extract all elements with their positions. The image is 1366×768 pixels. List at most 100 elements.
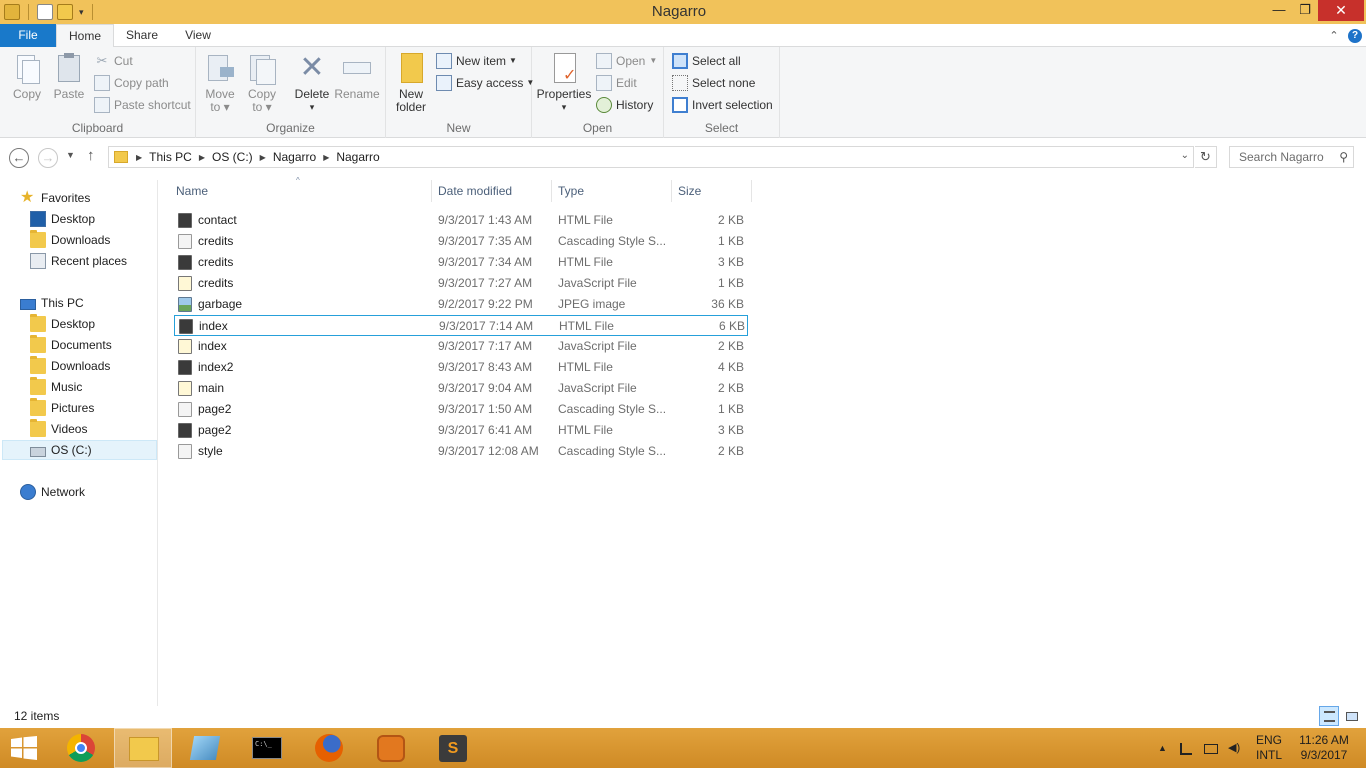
file-row[interactable]: garbage 9/2/2017 9:22 PM JPEG image 36 KB — [174, 294, 748, 315]
rename-button[interactable]: Rename — [334, 51, 380, 101]
cut-button[interactable]: ✂ Cut — [94, 51, 133, 71]
close-button[interactable]: ✕ — [1318, 0, 1364, 21]
taskbar-app-6[interactable] — [362, 728, 420, 768]
up-button[interactable]: ↑ — [87, 147, 95, 164]
file-size: 3 KB — [717, 423, 744, 437]
file-size: 1 KB — [717, 276, 744, 290]
nav-fav-recent-places[interactable]: Recent places — [30, 251, 127, 271]
chevron-right-icon[interactable]: ▶ — [128, 153, 145, 162]
taskbar-app-3[interactable] — [176, 728, 234, 768]
search-input[interactable]: Search Nagarro ⚲ — [1229, 146, 1354, 168]
collapse-ribbon-icon[interactable]: ⌃ — [1326, 29, 1342, 42]
column-name[interactable]: Name — [170, 180, 432, 202]
taskbar-firefox[interactable] — [300, 728, 358, 768]
column-size[interactable]: Size — [672, 180, 752, 202]
tab-share[interactable]: Share — [114, 24, 170, 47]
file-date-modified: 9/2/2017 9:22 PM — [438, 297, 533, 311]
large-icons-view-button[interactable] — [1341, 706, 1361, 726]
copy-path-button[interactable]: Copy path — [94, 73, 169, 93]
nav-pc-pictures[interactable]: Pictures — [30, 398, 94, 418]
back-button[interactable]: ← — [9, 148, 29, 168]
window-title: Nagarro — [651, 3, 707, 20]
new-folder-button[interactable]: New folder — [392, 51, 430, 114]
breadcrumb-os-c[interactable]: OS (C:) — [208, 150, 257, 164]
nav-pc-downloads[interactable]: Downloads — [30, 356, 110, 376]
start-button[interactable] — [10, 736, 38, 760]
file-row[interactable]: credits 9/3/2017 7:35 AM Cascading Style S… — [174, 231, 748, 252]
delete-button[interactable]: ✕ Delete ▾ — [292, 51, 332, 114]
file-row[interactable]: credits 9/3/2017 7:27 AM JavaScript File 1 … — [174, 273, 748, 294]
select-none-icon — [672, 75, 688, 91]
nav-pc-os-c[interactable]: OS (C:) — [2, 440, 157, 460]
nav-network[interactable]: Network — [20, 482, 85, 502]
open-button[interactable]: Open ▼ — [596, 51, 657, 71]
breadcrumb-this-pc[interactable]: This PC — [145, 150, 196, 164]
move-to-button[interactable]: Move to ▾ — [202, 51, 238, 114]
nav-pc-desktop[interactable]: Desktop — [30, 314, 95, 334]
taskbar-sublime[interactable]: S — [424, 728, 482, 768]
history-button[interactable]: History — [596, 95, 653, 115]
tab-view[interactable]: View — [170, 24, 226, 47]
select-all-button[interactable]: Select all — [672, 51, 741, 71]
minimize-button[interactable]: — — [1266, 0, 1292, 21]
nav-pc-documents[interactable]: Documents — [30, 335, 112, 355]
taskbar-cmd[interactable]: C:\_ — [238, 728, 296, 768]
file-row[interactable]: contact 9/3/2017 1:43 AM HTML File 2 KB — [174, 210, 748, 231]
network-signal-icon[interactable] — [1180, 743, 1192, 755]
details-view-button[interactable] — [1319, 706, 1339, 726]
file-row[interactable]: index 9/3/2017 7:17 AM JavaScript File 2 KB — [174, 336, 748, 357]
tab-home[interactable]: Home — [56, 24, 114, 48]
breadcrumb-nagarro[interactable]: Nagarro — [269, 150, 320, 164]
breadcrumb-nagarro-current[interactable]: Nagarro — [332, 150, 383, 164]
maximize-button[interactable]: ❐ — [1292, 0, 1318, 21]
file-row[interactable]: index2 9/3/2017 8:43 AM HTML File 4 KB — [174, 357, 748, 378]
nav-pc-videos[interactable]: Videos — [30, 419, 87, 439]
file-date-modified: 9/3/2017 7:17 AM — [438, 339, 533, 353]
refresh-button[interactable]: ↻ — [1195, 146, 1217, 168]
css-file-icon — [178, 402, 192, 417]
chevron-down-icon[interactable]: ⌄ — [1181, 150, 1189, 161]
column-date-modified[interactable]: Date modified — [432, 180, 552, 202]
language-indicator[interactable]: ENG INTL — [1256, 728, 1288, 768]
recent-locations-dropdown[interactable]: ▼ — [66, 150, 75, 160]
copy-button[interactable]: Copy — [8, 51, 46, 101]
show-hidden-icons-icon[interactable]: ▲ — [1158, 743, 1170, 755]
battery-icon[interactable] — [1204, 744, 1218, 754]
edit-button[interactable]: Edit — [596, 73, 637, 93]
column-type[interactable]: Type — [552, 180, 672, 202]
clock[interactable]: 11:26 AM 9/3/2017 — [1296, 728, 1352, 768]
taskbar-file-explorer[interactable] — [114, 728, 172, 768]
nav-fav-downloads[interactable]: Downloads — [30, 230, 110, 250]
new-item-button[interactable]: New item ▼ — [436, 51, 517, 71]
nav-pc-music[interactable]: Music — [30, 377, 82, 397]
select-all-icon — [672, 53, 688, 69]
address-bar[interactable]: ▶ This PC ▶ OS (C:) ▶ Nagarro ▶ Nagarro … — [108, 146, 1194, 168]
help-icon[interactable]: ? — [1348, 28, 1362, 43]
taskbar-chrome[interactable] — [52, 728, 110, 768]
file-row[interactable]: page2 9/3/2017 6:41 AM HTML File 3 KB — [174, 420, 748, 441]
paste-shortcut-button[interactable]: Paste shortcut — [94, 95, 191, 115]
chevron-right-icon[interactable]: ▶ — [257, 153, 269, 162]
chevron-right-icon[interactable]: ▶ — [196, 153, 208, 162]
nav-this-pc[interactable]: This PC — [20, 293, 84, 313]
copy-icon — [11, 51, 43, 85]
nav-favorites[interactable]: ★ Favorites — [20, 188, 90, 208]
file-row[interactable]: credits 9/3/2017 7:34 AM HTML File 3 KB — [174, 252, 748, 273]
file-row[interactable]: page2 9/3/2017 1:50 AM Cascading Style S..… — [174, 399, 748, 420]
invert-selection-button[interactable]: Invert selection — [672, 95, 773, 115]
forward-button[interactable]: → — [38, 148, 58, 168]
volume-icon[interactable]: ◀) — [1228, 741, 1240, 754]
tab-file[interactable]: File — [0, 24, 56, 47]
paste-button[interactable]: Paste — [50, 51, 88, 101]
select-none-button[interactable]: Select none — [672, 73, 755, 93]
file-row[interactable]: index 9/3/2017 7:14 AM HTML File 6 KB — [174, 315, 748, 336]
file-row[interactable]: style 9/3/2017 12:08 AM Cascading Style S.… — [174, 441, 748, 462]
chevron-right-icon[interactable]: ▶ — [320, 153, 332, 162]
file-row[interactable]: main 9/3/2017 9:04 AM JavaScript File 2 KB — [174, 378, 748, 399]
large-icons-view-icon — [1346, 712, 1358, 721]
copy-to-button[interactable]: Copy to ▾ — [244, 51, 280, 114]
easy-access-button[interactable]: Easy access ▼ — [436, 73, 534, 93]
file-type: HTML File — [558, 360, 613, 374]
properties-button[interactable]: ✓ Properties ▾ — [536, 51, 592, 114]
nav-fav-desktop[interactable]: Desktop — [30, 209, 95, 229]
